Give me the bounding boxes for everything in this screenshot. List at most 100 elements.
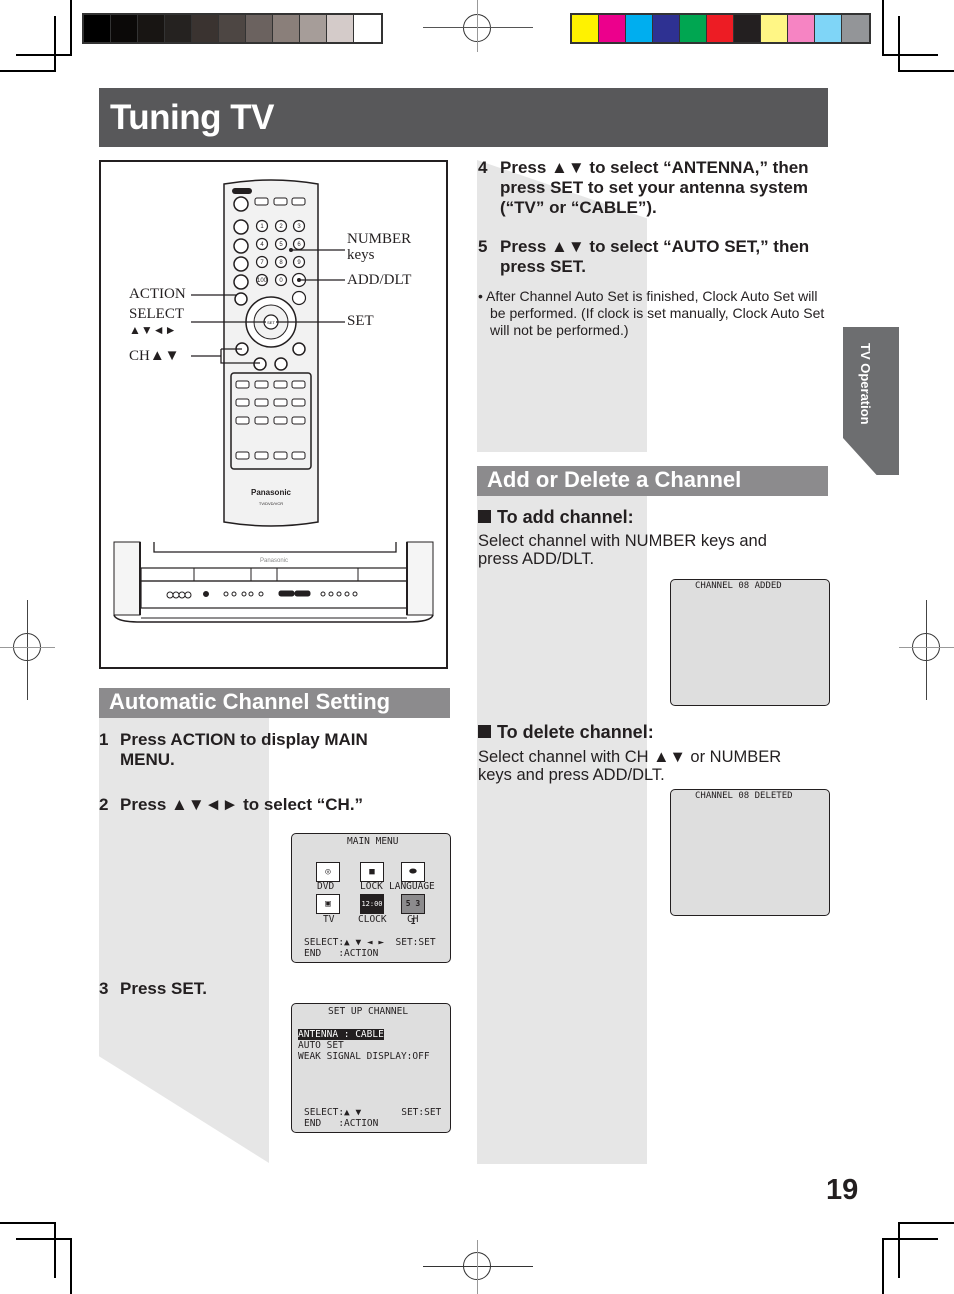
menu-item-ch: CH xyxy=(407,914,419,925)
grayscale-swatch xyxy=(219,15,246,42)
step-number: 1 xyxy=(99,730,109,749)
section-heading-auto-channel: Automatic Channel Setting xyxy=(99,688,450,718)
registration-line xyxy=(899,647,954,648)
crop-mark xyxy=(898,70,954,72)
square-bullet-icon xyxy=(478,510,491,523)
crop-mark xyxy=(16,54,72,56)
section-heading-text: Automatic Channel Setting xyxy=(109,689,391,714)
tv-icon: ▣ xyxy=(316,894,340,914)
crop-mark xyxy=(882,54,938,56)
osd-title: MAIN MENU xyxy=(347,836,399,847)
r-tune-button xyxy=(233,238,249,254)
crop-mark xyxy=(0,1222,56,1224)
grayscale-swatch xyxy=(354,15,381,42)
section-heading-text: Add or Delete a Channel xyxy=(487,467,742,492)
add-channel-subheading: To add channel: xyxy=(478,507,634,528)
grayscale-swatch xyxy=(165,15,192,42)
menu-item-language: LANGUAGE xyxy=(389,881,435,892)
process-color-swatch xyxy=(680,15,707,42)
remote-tv-illustration: 123 456 789 100 0 SET Panasonic TV/DVD/VC… xyxy=(99,160,448,669)
registration-line xyxy=(27,600,28,700)
process-color-swatch xyxy=(734,15,761,42)
ch-down-button xyxy=(253,357,267,371)
page-title: Tuning TV xyxy=(110,98,274,137)
square-bullet-icon xyxy=(478,725,491,738)
osd-line-antenna-selected: ANTENNA : CABLE xyxy=(298,1029,384,1040)
menu-item-clock: CLOCK xyxy=(358,914,387,925)
grayscale-swatch xyxy=(327,15,354,42)
grayscale-swatch xyxy=(111,15,138,42)
step-number: 3 xyxy=(99,979,109,998)
crop-mark xyxy=(898,1222,900,1278)
page-title-bar: Tuning TV xyxy=(99,88,828,147)
power-label-bg xyxy=(232,188,252,194)
osd-footer-end: END :ACTION xyxy=(304,1118,379,1129)
vol-down-button xyxy=(274,357,288,371)
osd-line-auto-set: AUTO SET xyxy=(298,1040,344,1051)
process-color-swatch xyxy=(626,15,653,42)
mute-button xyxy=(233,256,249,272)
menu-item-tv: TV xyxy=(323,914,335,925)
osd-message: CHANNEL 08 DELETED xyxy=(695,791,793,801)
clock-icon: 12:00 xyxy=(360,894,384,914)
step-number: 4 xyxy=(478,158,488,177)
registration-line xyxy=(423,1266,533,1267)
registration-line xyxy=(926,600,927,700)
main-menu-screen: MAIN MENU ◎ ■ ⬬ DVD LOCK LANGUAGE ▣ 12:0… xyxy=(291,833,451,963)
callout-add-dlt: ADD/DLT xyxy=(347,272,412,288)
crop-mark xyxy=(16,1238,72,1240)
process-color-swatch xyxy=(761,15,788,42)
power-button xyxy=(233,196,249,212)
lock-icon: ■ xyxy=(360,862,384,882)
add-channel-instructions: Select channel with NUMBER keys and pres… xyxy=(478,532,767,568)
registration-line xyxy=(0,647,55,648)
crop-mark xyxy=(898,16,900,72)
svg-text:SET: SET xyxy=(267,320,275,325)
osd-message: CHANNEL 08 ADDED xyxy=(695,581,782,591)
process-color-swatch xyxy=(788,15,815,42)
delete-channel-instructions: Select channel with CH ▲▼ or NUMBER keys… xyxy=(478,748,782,784)
crop-mark xyxy=(54,16,56,72)
dvd-button xyxy=(291,197,306,206)
auto-set-note: • After Channel Auto Set is finished, Cl… xyxy=(478,288,825,338)
grayscale-swatch xyxy=(84,15,111,42)
menu-item-lock: LOCK xyxy=(360,881,383,892)
menu-item-dvd: DVD xyxy=(317,881,335,892)
process-color-swatch xyxy=(815,15,842,42)
grayscale-swatch xyxy=(300,15,327,42)
channel-deleted-screen: CHANNEL 08 DELETED xyxy=(670,789,830,916)
left-column-shade xyxy=(99,718,269,1163)
osd-line-weak-signal: WEAK SIGNAL DISPLAY:OFF xyxy=(298,1051,430,1062)
input-button xyxy=(233,274,249,290)
process-color-swatch xyxy=(599,15,626,42)
delete-channel-subheading: To delete channel: xyxy=(478,722,654,743)
step-text: Press SET. xyxy=(120,979,207,998)
tv-vcr-button xyxy=(273,197,288,206)
step-text: Press ▲▼◄► to select “CH.” xyxy=(120,795,364,814)
crop-mark xyxy=(882,0,884,55)
grayscale-swatch xyxy=(138,15,165,42)
crop-mark xyxy=(898,1222,954,1224)
display-button xyxy=(233,219,249,235)
section-heading-add-delete: Add or Delete a Channel xyxy=(477,466,828,496)
crop-mark xyxy=(0,70,56,72)
section-side-tab: TV Operation xyxy=(843,327,899,475)
osd-footer-select: SELECT:▲ ▼ ◄ ► SET:SET xyxy=(304,937,436,948)
eject-button xyxy=(254,197,269,206)
subheading-text: To delete channel: xyxy=(497,722,654,742)
process-color-swatch xyxy=(572,15,599,42)
step-text: Press ACTION to display MAIN MENU. xyxy=(120,730,368,769)
callout-ch: CH▲▼ xyxy=(129,348,180,364)
svg-text:100: 100 xyxy=(257,278,268,284)
tv-brand-logo: Panasonic xyxy=(260,558,288,564)
page-number: 19 xyxy=(826,1174,859,1206)
callout-number-keys: NUMBER keys xyxy=(347,231,412,263)
right-column-bottom-shade xyxy=(477,496,647,1164)
step-text: Press ▲▼ to select “AUTO SET,” then pres… xyxy=(500,237,810,276)
process-color-swatch xyxy=(653,15,680,42)
side-tab-label: TV Operation xyxy=(858,343,873,425)
ch-icon: 5 3 1 xyxy=(401,894,425,926)
crop-mark xyxy=(70,0,72,55)
process-color-calibration-bar xyxy=(570,13,871,44)
step-number: 2 xyxy=(99,795,109,814)
